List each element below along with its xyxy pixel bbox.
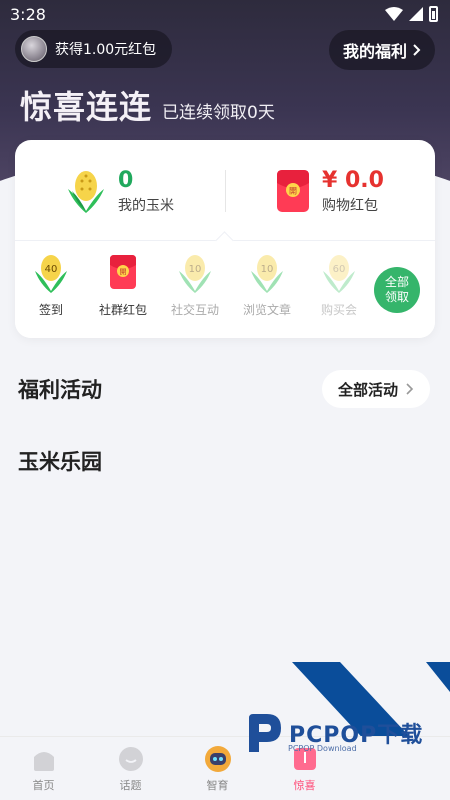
battery-icon bbox=[429, 6, 438, 22]
chevron-right-icon bbox=[406, 383, 414, 395]
red-packet-stat[interactable]: 開 ¥ 0.0 购物红包 bbox=[225, 140, 435, 240]
corn-badge-icon: 10 bbox=[251, 255, 283, 293]
tab-label: 惊喜 bbox=[293, 779, 316, 792]
task-badge: 10 bbox=[261, 264, 274, 275]
all-activities-button[interactable]: 全部活动 bbox=[321, 370, 430, 408]
task-label: 社群红包 bbox=[98, 303, 147, 317]
red-packet-value: ¥ 0.0 bbox=[322, 167, 384, 193]
signal-icon bbox=[409, 7, 423, 21]
tab-label: 智育 bbox=[206, 779, 229, 792]
reward-text: 获得1.00元红包 bbox=[55, 42, 157, 58]
svg-text:開: 開 bbox=[289, 187, 297, 196]
tasks-panel: 40 签到 開 社群红包 10 社交互动 10 浏览文章 60 购买会 全部 领… bbox=[15, 240, 435, 338]
task-label: 浏览文章 bbox=[242, 303, 291, 317]
tab-home[interactable]: 首页 bbox=[0, 737, 87, 800]
claim-all-line1: 全部 bbox=[384, 275, 409, 289]
task-checkin[interactable]: 40 签到 bbox=[15, 253, 87, 323]
my-welfare-label: 我的福利 bbox=[342, 42, 407, 61]
stats-divider bbox=[225, 170, 226, 212]
all-activities-label: 全部活动 bbox=[337, 380, 398, 399]
claim-all-line2: 领取 bbox=[384, 290, 409, 304]
task-badge: 60 bbox=[333, 264, 346, 275]
status-bar: 3:28 bbox=[0, 0, 450, 30]
corn-label: 我的玉米 bbox=[118, 197, 174, 214]
task-label: 购买会 bbox=[320, 303, 357, 317]
red-packet-stat-text: ¥ 0.0 购物红包 bbox=[322, 168, 384, 215]
tab-label: 首页 bbox=[32, 779, 55, 792]
task-browse-articles[interactable]: 10 浏览文章 bbox=[231, 253, 303, 323]
corn-park-title: 玉米乐园 bbox=[18, 450, 102, 474]
rewards-card: 0 我的玉米 開 ¥ 0.0 购物红包 40 签到 開 社群红包 10 社交互动… bbox=[15, 140, 435, 338]
red-packet-icon: 開 bbox=[110, 255, 136, 289]
reward-notice[interactable]: 获得1.00元红包 bbox=[15, 30, 173, 68]
corn-badge-icon: 40 bbox=[35, 255, 67, 293]
task-list: 40 签到 開 社群红包 10 社交互动 10 浏览文章 60 购买会 bbox=[15, 253, 375, 323]
claim-all-button[interactable]: 全部 领取 bbox=[374, 267, 420, 313]
corn-value: 0 bbox=[118, 167, 134, 193]
tab-label: 话题 bbox=[119, 779, 142, 792]
task-purchase[interactable]: 60 购买会 bbox=[303, 253, 375, 323]
watermark-subtext: PCPOP Download bbox=[288, 744, 357, 753]
home-icon bbox=[33, 752, 54, 771]
task-badge: 40 bbox=[45, 264, 58, 275]
red-packet-icon: 開 bbox=[277, 170, 310, 212]
red-packet-label: 购物红包 bbox=[322, 197, 379, 214]
tab-topics[interactable]: 话题 bbox=[87, 737, 174, 800]
chevron-right-icon bbox=[413, 44, 421, 56]
my-welfare-button[interactable]: 我的福利 bbox=[328, 30, 435, 70]
corn-badge-icon: 60 bbox=[323, 255, 355, 293]
corn-stat-text: 0 我的玉米 bbox=[118, 168, 174, 215]
task-group-red-packet[interactable]: 開 社群红包 bbox=[87, 253, 159, 323]
welfare-activities-title: 福利活动 bbox=[18, 378, 102, 402]
streak-text: 已连续领取0天 bbox=[162, 103, 275, 123]
corn-badge-icon: 10 bbox=[179, 255, 211, 293]
task-social[interactable]: 10 社交互动 bbox=[159, 253, 231, 323]
corn-stat[interactable]: 0 我的玉米 bbox=[15, 140, 225, 240]
watermark-p-icon bbox=[249, 714, 281, 752]
page-headline: 惊喜连连 已连续领取0天 bbox=[20, 82, 275, 128]
chat-bubble-icon bbox=[118, 747, 143, 771]
status-icons bbox=[385, 6, 438, 22]
task-label: 社交互动 bbox=[170, 303, 219, 317]
task-label: 签到 bbox=[38, 303, 63, 317]
avatar bbox=[21, 36, 47, 62]
wifi-icon bbox=[385, 7, 403, 21]
status-time: 3:28 bbox=[10, 5, 46, 24]
stats-row: 0 我的玉米 開 ¥ 0.0 购物红包 bbox=[15, 140, 435, 240]
task-badge: 10 bbox=[189, 264, 202, 275]
task-badge: 開 bbox=[120, 268, 127, 276]
robot-icon bbox=[204, 746, 231, 772]
page-title: 惊喜连连 bbox=[20, 88, 153, 126]
corn-icon bbox=[68, 171, 104, 213]
